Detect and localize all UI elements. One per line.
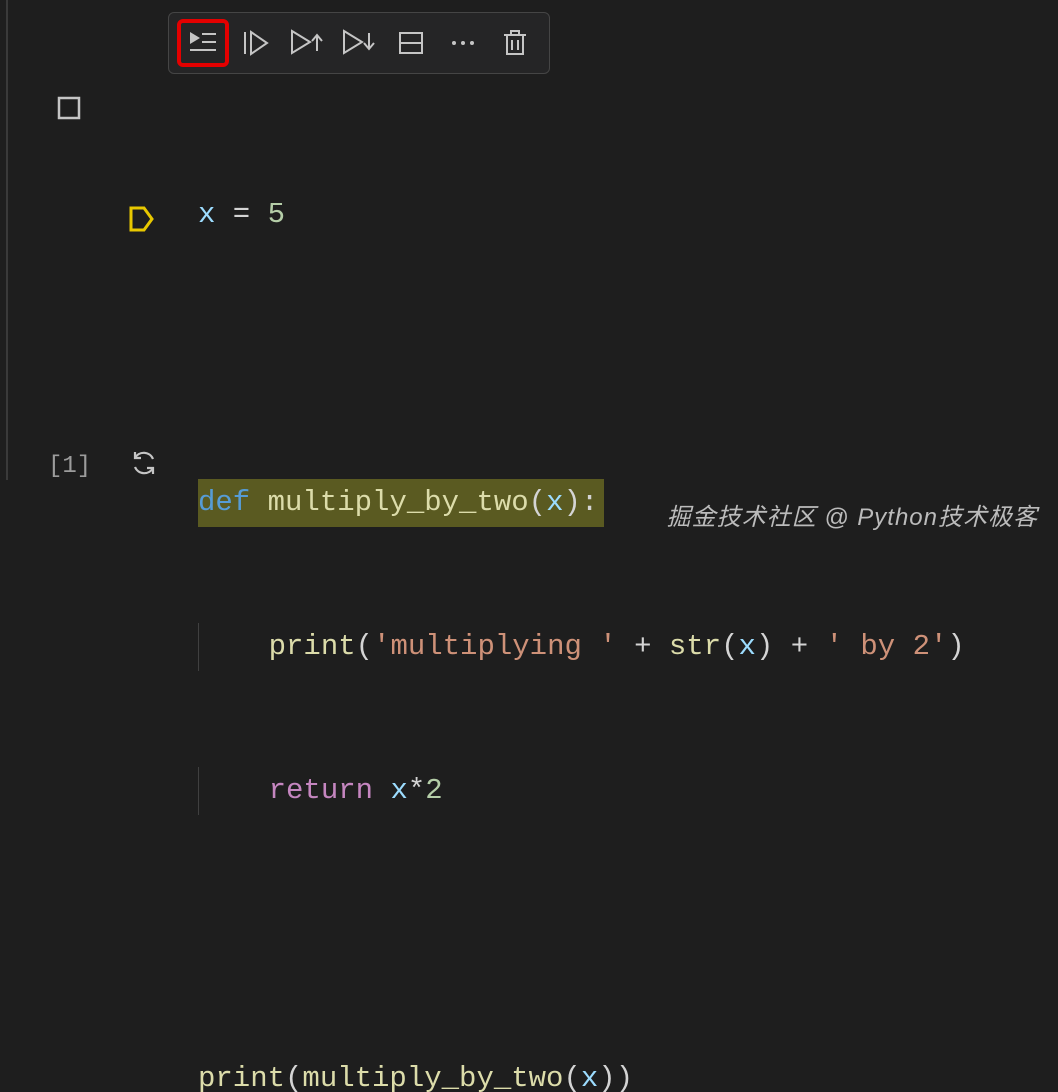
run-above-icon: [290, 29, 324, 57]
notebook-cell: [1] x = 5 def multiply_by_two(x): print(…: [6, 0, 1058, 480]
run-above-button[interactable]: [281, 19, 333, 67]
cell-toolbar: [168, 12, 550, 74]
code-line: print('multiplying ' + str(x) + ' by 2'): [198, 623, 965, 671]
code-line: return x*2: [198, 767, 965, 815]
execution-count: [1]: [48, 453, 91, 480]
run-below-button[interactable]: [333, 19, 385, 67]
run-below-icon: [342, 29, 376, 57]
run-by-line-button[interactable]: [177, 19, 229, 67]
stop-icon[interactable]: [56, 95, 82, 126]
more-actions-button[interactable]: [437, 19, 489, 67]
code-editor[interactable]: x = 5 def multiply_by_two(x): print('mul…: [198, 95, 965, 1092]
split-cell-button[interactable]: [385, 19, 437, 67]
more-actions-icon: [449, 38, 477, 48]
split-cell-icon: [397, 30, 425, 56]
watermark-text: 掘金技术社区 @ Python技术极客: [667, 497, 1038, 532]
current-line-marker-icon: [128, 205, 154, 238]
sync-icon[interactable]: [130, 449, 158, 482]
code-line-blank: [198, 335, 965, 383]
continue-button[interactable]: [229, 19, 281, 67]
delete-cell-icon: [502, 29, 528, 57]
run-by-line-icon: [188, 30, 218, 56]
code-line: x = 5: [198, 191, 965, 239]
code-line: print(multiply_by_two(x)): [198, 1055, 965, 1092]
delete-cell-button[interactable]: [489, 19, 541, 67]
code-line-blank: [198, 911, 965, 959]
continue-icon: [241, 30, 269, 56]
